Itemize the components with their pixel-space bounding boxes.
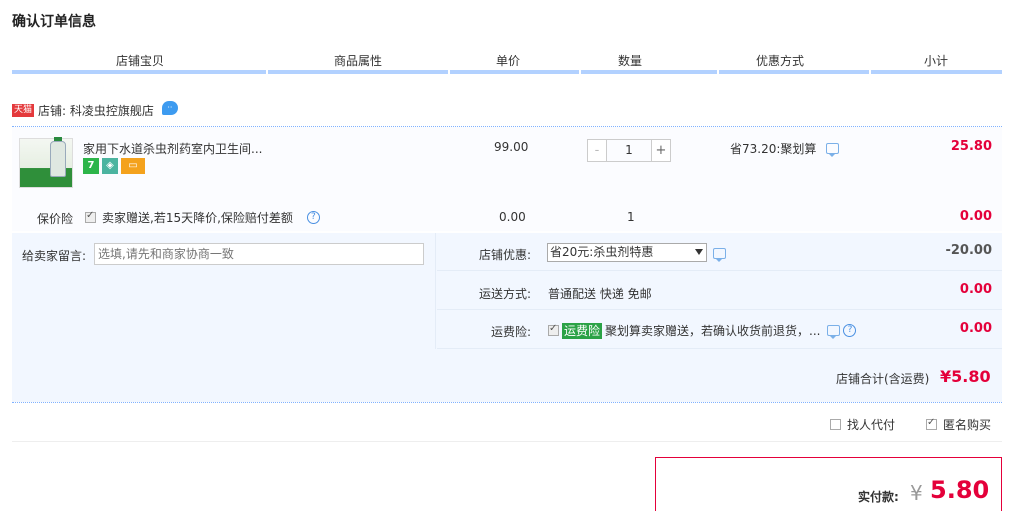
unit-price: 99.00 [494, 140, 529, 154]
shop-promo-label: 店铺优惠: [479, 248, 532, 262]
currency-symbol: ¥ [910, 481, 923, 505]
help-icon[interactable]: ? [843, 324, 857, 337]
credit-card-icon[interactable]: ▭ [121, 158, 145, 174]
shipping-insurance-label: 运费险: [491, 325, 532, 339]
memo-label: 给卖家留言: [22, 249, 87, 263]
anonymous-buy-option[interactable]: 匿名购买 [926, 416, 991, 433]
shop-total-value: ¥5.80 [940, 367, 991, 386]
proxy-pay-label: 找人代付 [847, 418, 896, 432]
insurance-subtotal: 0.00 [959, 209, 992, 224]
shipping-method: 普通配送 快递 免邮 [548, 287, 652, 301]
col-header-attributes: 商品属性 [333, 54, 382, 68]
service-icons: 7 ◈ ▭ [83, 158, 145, 174]
col-header-shop-item: 店铺宝贝 [115, 54, 164, 68]
comment-icon[interactable] [826, 143, 840, 157]
shipping-amount: 0.00 [959, 282, 992, 297]
shipping-label: 运送方式: [479, 287, 532, 301]
shop-name-link[interactable]: 店铺: 科凌虫控旗舰店 [38, 102, 154, 119]
col-header-discount: 优惠方式 [755, 54, 804, 68]
shipping-insurance-badge: 运费险 [562, 322, 603, 339]
col-header-quantity: 数量 [617, 54, 642, 68]
insurance-desc: 卖家赠送,若15天降价,保险赔付差额 ? [85, 209, 320, 226]
product-thumbnail[interactable] [19, 137, 73, 188]
chevron-down-icon [695, 249, 703, 255]
insurance-text: 卖家赠送,若15天降价,保险赔付差额 [102, 211, 293, 225]
shop-promo-select[interactable]: 省20元:杀虫剂特惠 [547, 243, 707, 262]
discount-text: 省73.20:聚划算 [730, 142, 817, 156]
shop-total-label: 店铺合计(含运费) [836, 372, 930, 386]
col-header-unit-price: 单价 [495, 54, 520, 68]
help-icon[interactable]: ? [306, 211, 320, 224]
payment-label: 实付款: [858, 490, 899, 504]
shipping-insurance-amount: 0.00 [959, 321, 992, 336]
payment-amount: 5.80 [930, 476, 990, 504]
shipping-insurance-checkbox[interactable] [548, 323, 559, 336]
divider [12, 441, 1002, 442]
item-subtotal: 25.80 [950, 139, 992, 154]
shipping-insurance-info: 运费险 聚划算卖家赠送，若确认收货前退货，... ? [548, 322, 857, 339]
proxy-pay-checkbox[interactable] [830, 419, 841, 430]
insurance-checkbox[interactable] [85, 210, 96, 223]
tmall-badge: 天猫 [12, 104, 35, 117]
shop-promo-selected: 省20元:杀虫剂特惠 [550, 245, 654, 259]
insurance-qty: 1 [627, 210, 635, 224]
anonymous-buy-label: 匿名购买 [943, 418, 992, 432]
quantity-minus-button[interactable]: - [587, 139, 607, 162]
quantity-input[interactable]: 1 [607, 139, 651, 162]
shop-promo-value: -20.00 [945, 243, 992, 258]
shop-line: 天猫 店铺: 科凌虫控旗舰店 ·· [12, 100, 178, 119]
anonymous-buy-checkbox[interactable] [926, 417, 937, 430]
seven-day-return-icon[interactable]: 7 [83, 158, 99, 174]
comment-icon[interactable] [713, 248, 726, 262]
discount-info: 省73.20:聚划算 [730, 140, 840, 157]
insurance-price: 0.00 [499, 210, 526, 224]
shipping-insurance-text: 聚划算卖家赠送，若确认收货前退货，... [605, 324, 821, 338]
col-header-subtotal: 小计 [923, 54, 948, 68]
memo-input[interactable] [94, 243, 424, 265]
quantity-stepper: - 1 + [587, 139, 671, 162]
wangwang-chat-icon[interactable]: ·· [161, 100, 178, 115]
product-title-link[interactable]: 家用下水道杀虫剂药室内卫生间... [83, 140, 262, 157]
comment-icon[interactable] [827, 325, 841, 339]
shield-icon[interactable]: ◈ [102, 158, 118, 174]
page-title: 确认订单信息 [12, 14, 96, 30]
proxy-pay-option[interactable]: 找人代付 [830, 416, 895, 433]
insurance-label: 保价险 [37, 212, 74, 226]
divider [12, 402, 1002, 403]
quantity-plus-button[interactable]: + [651, 139, 671, 162]
header-bar [12, 70, 1002, 74]
